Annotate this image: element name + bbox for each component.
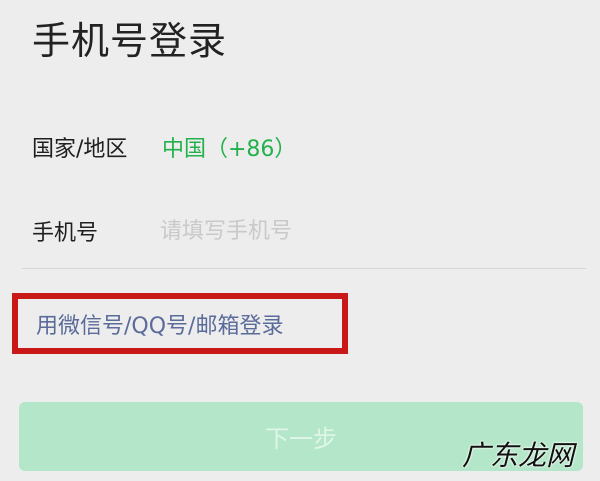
- page-title: 手机号登录: [32, 19, 228, 63]
- alternate-login-link[interactable]: 用微信号/QQ号/邮箱登录: [12, 293, 348, 354]
- next-button[interactable]: 下一步: [19, 402, 583, 471]
- country-region-selector[interactable]: 中国（+86）: [162, 131, 296, 163]
- phone-input[interactable]: [158, 205, 582, 257]
- country-region-label: 国家/地区: [32, 137, 128, 162]
- phone-label: 手机号: [32, 221, 99, 246]
- input-divider: [22, 268, 586, 269]
